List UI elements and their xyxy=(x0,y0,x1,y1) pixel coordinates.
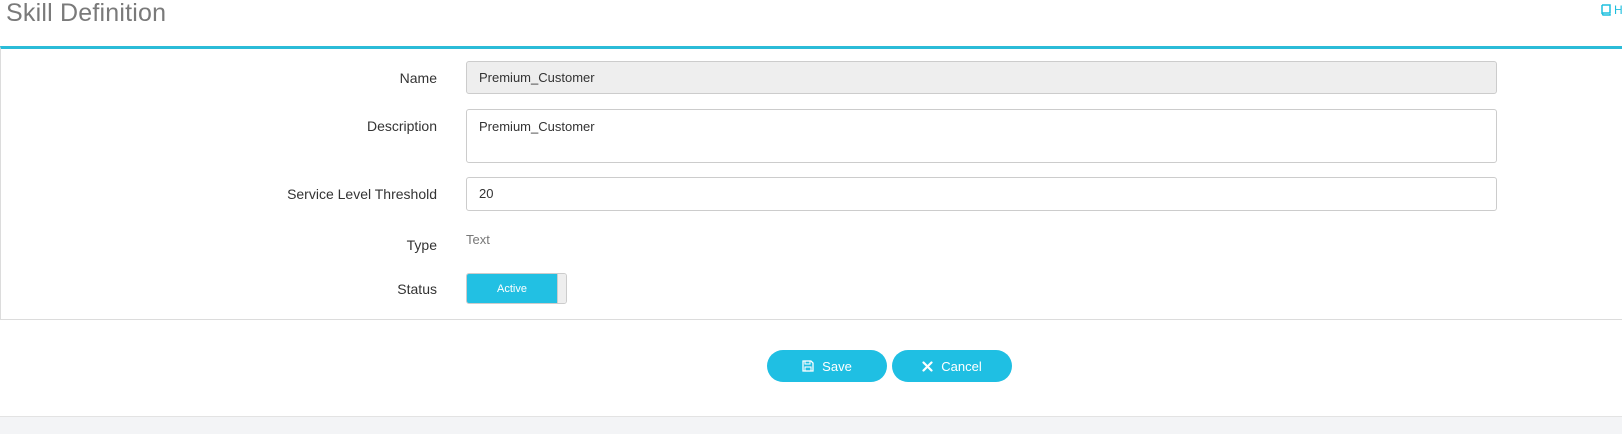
type-label: Type xyxy=(406,237,437,253)
page-title: Skill Definition xyxy=(6,0,167,27)
save-button-label: Save xyxy=(822,358,852,374)
description-value: Premium_Customer xyxy=(479,119,595,134)
description-row: Description Premium_Customer xyxy=(1,109,1622,163)
threshold-label: Service Level Threshold xyxy=(287,186,437,202)
type-value: Text xyxy=(466,232,490,247)
status-toggle[interactable]: Active xyxy=(466,273,567,304)
close-icon xyxy=(922,360,933,372)
description-label: Description xyxy=(366,118,437,134)
name-label: Name xyxy=(399,70,437,86)
skill-form-panel: Name Premium_Customer Description Premiu… xyxy=(0,46,1622,320)
help-link-label: H xyxy=(1614,3,1622,17)
floppy-disk-icon xyxy=(802,360,814,372)
threshold-value: 20 xyxy=(479,186,494,201)
name-field[interactable]: Premium_Customer xyxy=(466,61,1497,94)
status-toggle-on: Active xyxy=(467,274,557,303)
page-header: Skill Definition H xyxy=(0,0,1622,46)
cancel-button[interactable]: Cancel xyxy=(892,350,1012,382)
save-button[interactable]: Save xyxy=(767,350,887,382)
form-actions: Save Cancel xyxy=(0,350,1622,383)
book-icon xyxy=(1600,4,1611,16)
description-textarea[interactable]: Premium_Customer xyxy=(466,109,1497,163)
status-row: Status Active xyxy=(1,273,1622,305)
status-label: Status xyxy=(397,281,437,297)
name-value: Premium_Customer xyxy=(479,70,595,85)
threshold-input[interactable]: 20 xyxy=(466,177,1497,211)
cancel-button-label: Cancel xyxy=(941,358,982,374)
name-row: Name Premium_Customer xyxy=(1,61,1622,95)
footer-strip xyxy=(0,416,1622,434)
threshold-row: Service Level Threshold 20 xyxy=(1,177,1622,211)
type-row: Type Text xyxy=(1,232,1622,256)
status-toggle-handle[interactable] xyxy=(557,274,566,303)
help-link[interactable]: H xyxy=(1600,3,1622,17)
